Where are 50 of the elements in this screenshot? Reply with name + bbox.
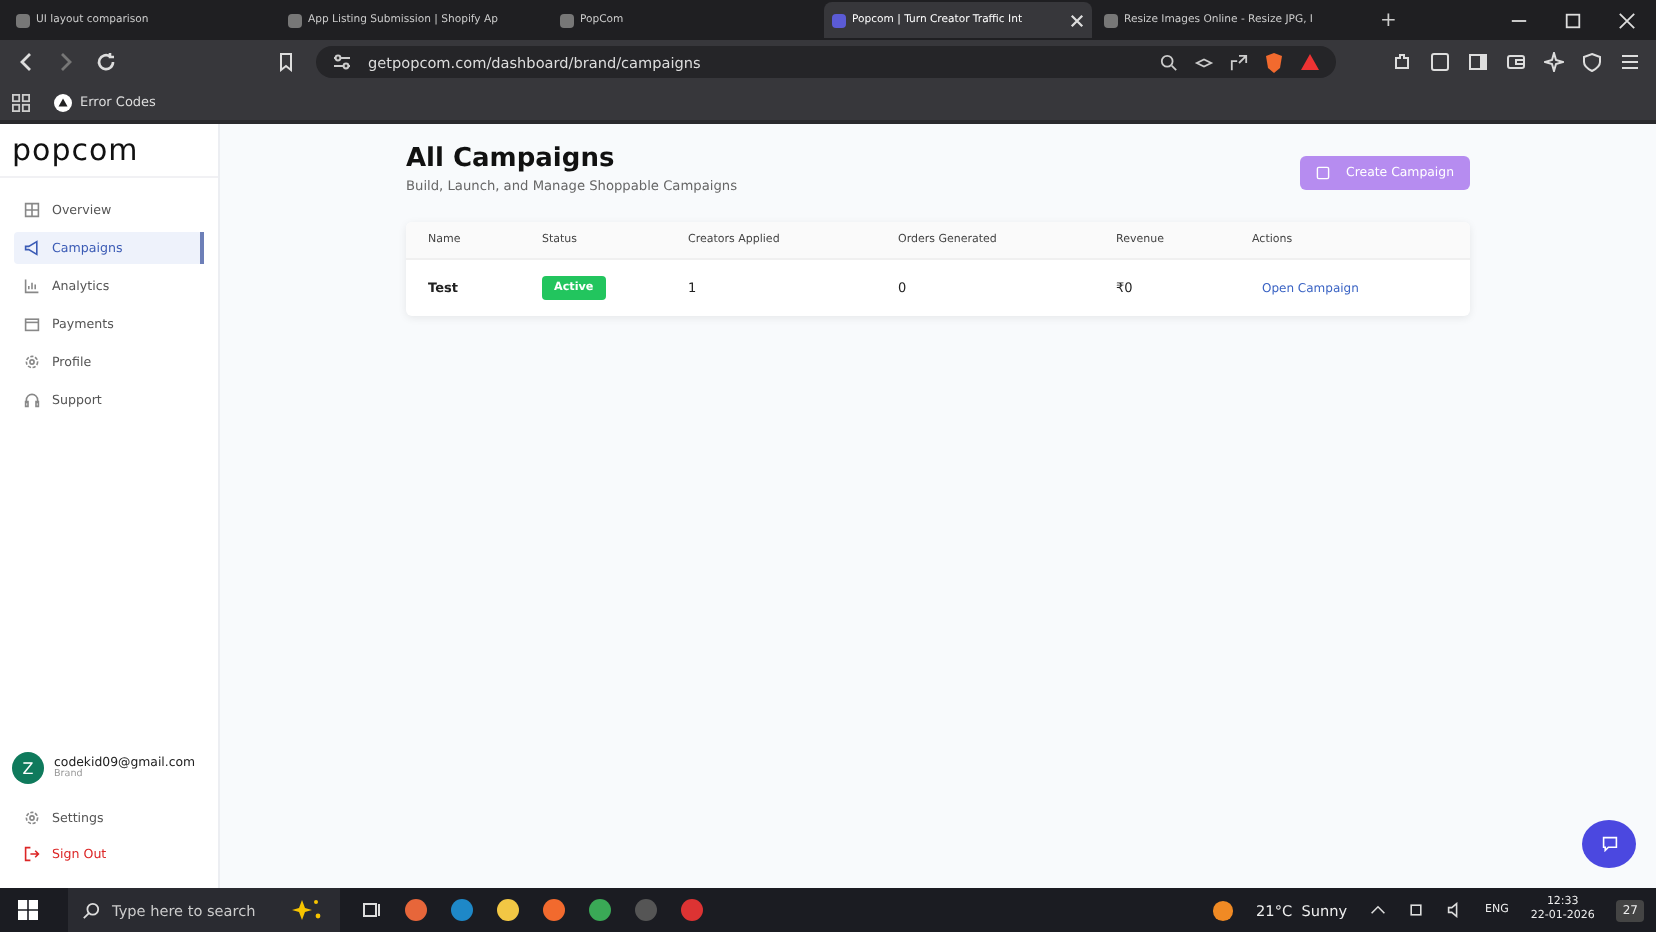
page-title: All Campaigns (406, 144, 617, 174)
favicon-icon (560, 13, 574, 27)
shield-icon[interactable] (1582, 52, 1602, 72)
headset-icon (24, 392, 40, 408)
share-icon[interactable] (1230, 53, 1248, 71)
sidebar-icon[interactable] (1468, 52, 1488, 72)
sparkle-icon[interactable] (1544, 52, 1564, 72)
grid-icon (24, 202, 40, 218)
square-icon (1316, 166, 1331, 180)
task-view-icon[interactable] (362, 900, 382, 920)
settings-icon (24, 810, 40, 826)
wallet-icon[interactable] (1506, 52, 1526, 72)
extensions-icon[interactable] (1392, 52, 1412, 72)
maximize-icon[interactable] (1564, 11, 1582, 29)
chat-button[interactable] (1582, 820, 1636, 868)
chevron-up-icon[interactable] (1369, 902, 1386, 918)
taskbar-app-icon[interactable] (542, 898, 566, 922)
card-icon (24, 316, 40, 332)
triangle-icon[interactable] (1300, 52, 1320, 72)
shield-icon[interactable] (1264, 51, 1284, 73)
favicon-icon (832, 13, 846, 27)
taskbar-app-icon[interactable] (404, 898, 428, 922)
popcom-logo[interactable]: popcom (0, 124, 218, 178)
reload-icon[interactable] (96, 52, 116, 72)
megaphone-icon (24, 240, 40, 256)
apps-grid-icon[interactable] (12, 93, 30, 111)
taskbar-app-icon[interactable] (588, 898, 612, 922)
favicon-icon (16, 13, 30, 27)
search-icon (82, 901, 100, 919)
triangle-icon (54, 93, 72, 111)
sign-out-icon (24, 846, 40, 862)
windows-start-icon[interactable] (18, 900, 38, 920)
gear-icon (24, 354, 40, 370)
user-avatar: Z (12, 752, 44, 784)
bookmark-icon[interactable] (276, 52, 296, 72)
forward-icon[interactable] (56, 52, 76, 72)
favicon-icon (1104, 13, 1118, 27)
chart-icon (24, 278, 40, 294)
weather-icon (1212, 899, 1235, 921)
menu-icon[interactable] (1620, 52, 1640, 72)
favicon-icon (288, 13, 302, 27)
close-icon[interactable] (1618, 11, 1636, 29)
site-settings-icon[interactable] (332, 52, 352, 72)
zoom-icon[interactable] (1160, 53, 1178, 71)
chat-icon (1601, 836, 1617, 852)
taskbar-app-icon[interactable] (450, 898, 474, 922)
back-icon[interactable] (16, 52, 36, 72)
close-icon[interactable] (1070, 13, 1084, 27)
taskbar-app-icon[interactable] (496, 898, 520, 922)
new-tab-button[interactable]: + (1368, 9, 1409, 31)
